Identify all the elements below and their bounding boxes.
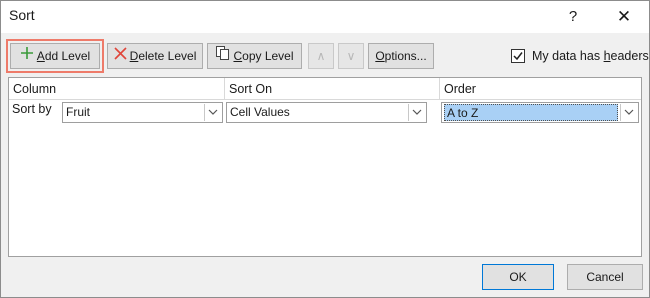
chevron-down-icon: ∨ — [346, 49, 356, 63]
column-select-value: Fruit — [66, 105, 90, 119]
chevron-down-icon[interactable] — [204, 104, 221, 121]
chevron-down-icon[interactable] — [408, 104, 425, 121]
sort-dialog: Sort ? ✕ Add Level Delete Level Copy Lev… — [0, 0, 650, 298]
delete-level-button[interactable]: Delete Level — [107, 43, 203, 69]
headers-checkbox[interactable] — [511, 49, 525, 63]
column-header-column: Column — [9, 78, 225, 100]
sort-on-select-value: Cell Values — [230, 105, 290, 119]
ok-button[interactable]: OK — [482, 264, 554, 290]
order-select[interactable]: A to Z — [441, 102, 639, 123]
column-header-order: Order — [440, 78, 641, 100]
order-select-value: A to Z — [444, 104, 618, 121]
chevron-up-icon: ∧ — [316, 49, 326, 63]
options-button[interactable]: Options... — [368, 43, 434, 69]
copy-level-button[interactable]: Copy Level — [207, 43, 302, 69]
title-bar: Sort ? ✕ — [1, 1, 649, 33]
move-up-button[interactable]: ∧ — [308, 43, 334, 69]
sort-levels-grid: Column Sort On Order Sort by Fruit Cell … — [8, 77, 642, 257]
help-button[interactable]: ? — [563, 6, 583, 28]
sort-by-label: Sort by — [12, 102, 52, 116]
move-down-button[interactable]: ∨ — [338, 43, 364, 69]
chevron-down-icon[interactable] — [620, 104, 637, 121]
sort-on-select[interactable]: Cell Values — [226, 102, 427, 123]
column-select[interactable]: Fruit — [62, 102, 223, 123]
dialog-title: Sort — [9, 7, 35, 23]
copy-icon — [215, 44, 230, 68]
add-level-button[interactable]: Add Level — [10, 43, 100, 69]
checkmark-icon — [513, 52, 523, 61]
close-button[interactable]: ✕ — [611, 5, 637, 29]
column-header-sort-on: Sort On — [225, 78, 440, 100]
delete-x-icon — [114, 44, 127, 68]
headers-checkbox-label[interactable]: My data has headers — [532, 49, 649, 63]
plus-icon — [20, 44, 34, 68]
cancel-button[interactable]: Cancel — [567, 264, 643, 290]
